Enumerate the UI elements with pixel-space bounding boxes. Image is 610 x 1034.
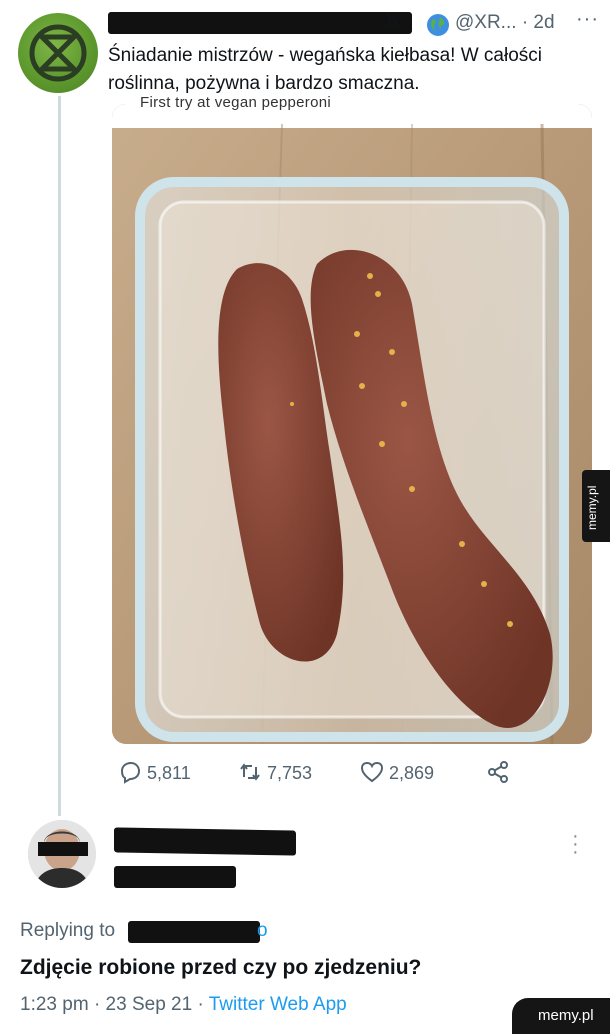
avatar[interactable] (18, 13, 98, 93)
person-photo (28, 820, 96, 888)
reply-name-redacted (114, 827, 296, 856)
extinction-symbol-icon (29, 24, 87, 82)
author-handle[interactable]: @XR... · 2d (455, 12, 555, 34)
tweet-photo[interactable] (112, 104, 592, 744)
share-icon (488, 761, 508, 783)
like-count: 2,869 (389, 763, 435, 783)
reply-date[interactable]: 23 Sep 21 (106, 994, 193, 1015)
replying-to-handle-redacted[interactable] (128, 921, 260, 943)
reply-meta: 1:23 pm · 23 Sep 21 · Twitter Web App (20, 994, 347, 1016)
reply-avatar[interactable] (28, 820, 96, 888)
author-name-suffix: b. (386, 11, 403, 32)
retweet-icon (240, 763, 260, 781)
reply-action[interactable]: 5,811 (118, 760, 191, 784)
meta-separator-2: · (197, 994, 204, 1015)
replying-to-label: Replying to (20, 920, 116, 941)
side-watermark-text: memy.pl (585, 485, 599, 530)
retweet-count: 7,753 (267, 763, 313, 783)
handle-text: @XR... (455, 12, 517, 33)
share-action[interactable] (486, 760, 510, 789)
like-action[interactable]: 2,869 (360, 760, 434, 784)
source-app-link[interactable]: Twitter Web App (209, 994, 347, 1015)
bottom-watermark-text: memy.pl (538, 1007, 594, 1024)
globe-icon (426, 13, 450, 42)
meta-separator: · (93, 994, 101, 1015)
side-watermark: memy.pl (582, 470, 610, 542)
like-icon (360, 761, 384, 783)
tweet-text: Śniadanie mistrzów - wegańska kiełbasa! … (108, 45, 543, 94)
reply-more-button[interactable]: · · · (572, 826, 579, 862)
reply-count: 5,811 (147, 763, 191, 783)
reply-icon (120, 761, 141, 784)
reply-handle-redacted (114, 866, 236, 888)
bottom-watermark: memy.pl (512, 998, 610, 1034)
photo-caption: First try at vegan pepperoni (140, 94, 331, 111)
author-name-redacted (108, 12, 412, 34)
reply-text: Zdjęcie robione przed czy po zjedzeniu? (20, 956, 422, 979)
tweet-more-button[interactable]: ··· (576, 8, 599, 31)
retweet-action[interactable]: 7,753 (238, 760, 312, 784)
thread-line (58, 96, 61, 816)
tweet-age: · 2d (521, 12, 555, 33)
replying-to-handle-tail[interactable]: o (257, 920, 268, 942)
reply-time[interactable]: 1:23 pm (20, 994, 89, 1015)
